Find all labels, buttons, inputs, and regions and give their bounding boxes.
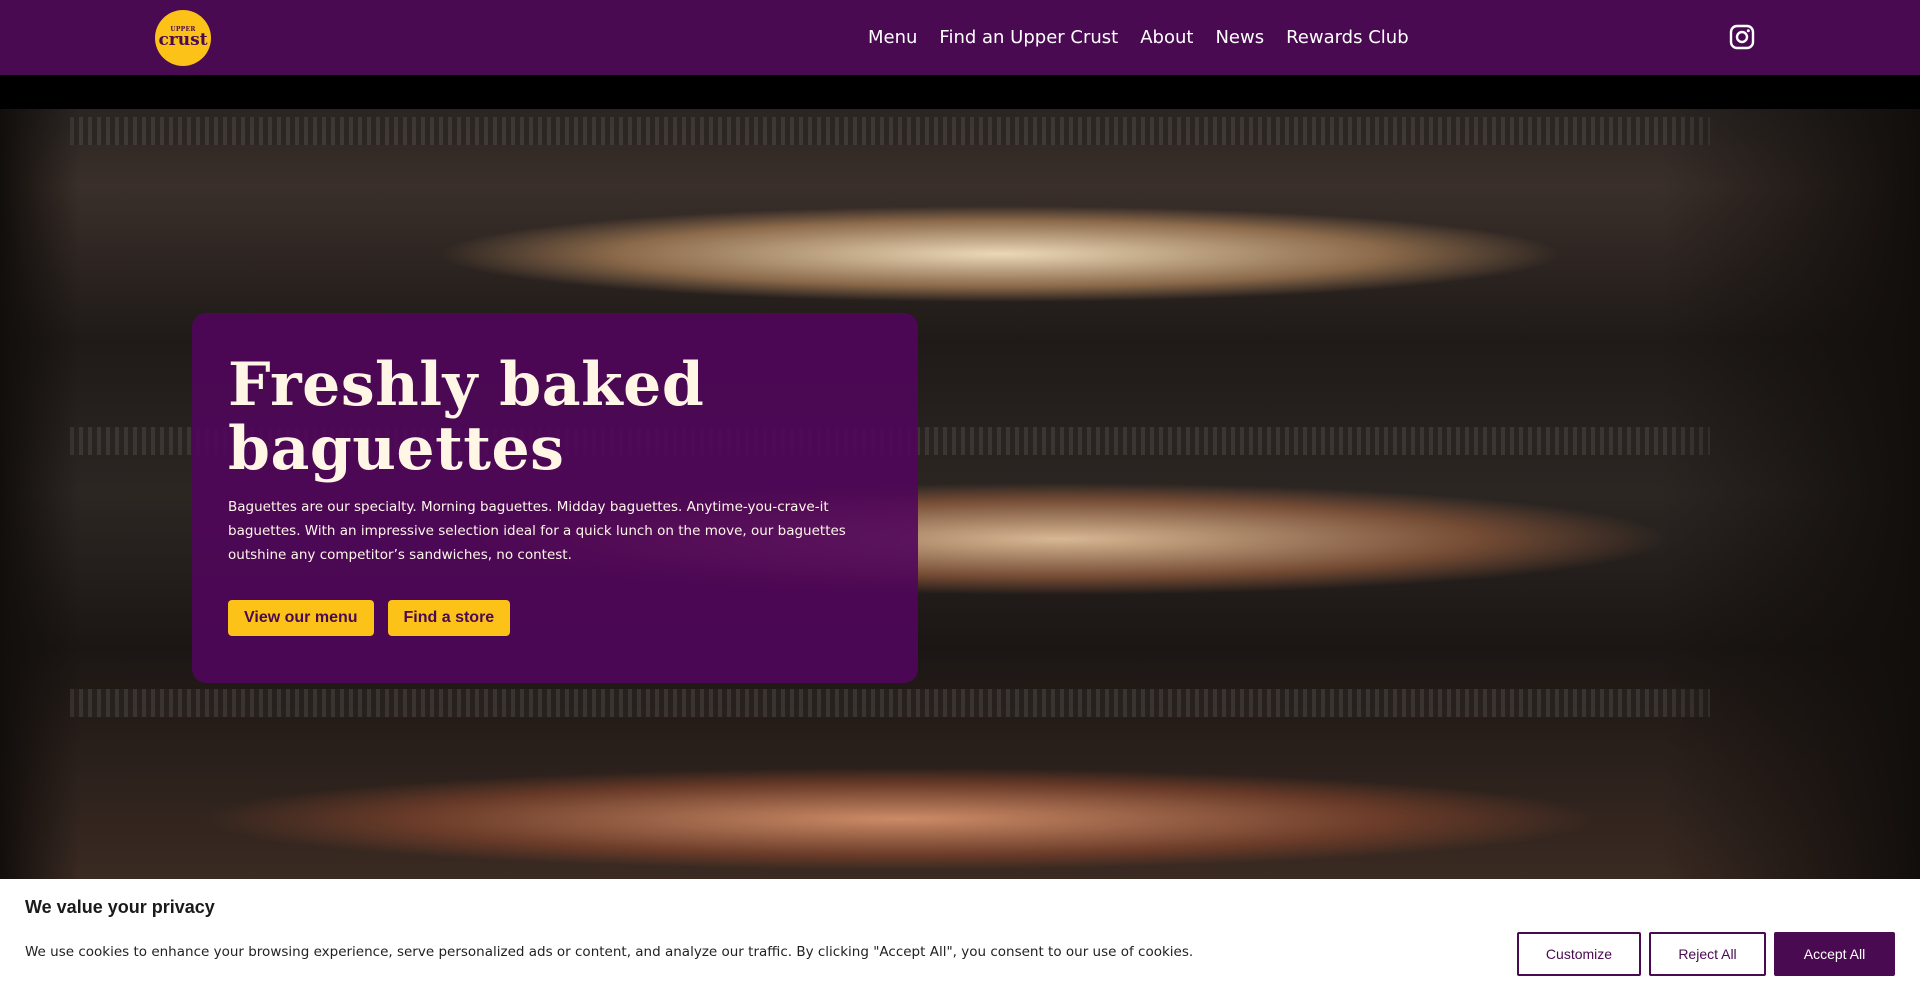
cookie-title: We value your privacy [25,897,215,917]
nav-about[interactable]: About [1140,27,1193,48]
header-spacer [0,75,1920,109]
nav-menu[interactable]: Menu [868,27,917,48]
nav-find-store[interactable]: Find an Upper Crust [939,27,1118,48]
accept-all-button[interactable]: Accept All [1774,932,1895,976]
customize-button[interactable]: Customize [1517,932,1641,976]
hero-vignette-right [1660,109,1920,879]
instagram-icon[interactable] [1729,24,1755,50]
cookie-banner: We value your privacy We use cookies to … [0,879,1920,993]
nav-news[interactable]: News [1215,27,1264,48]
upper-crust-logo[interactable]: UPPER crust [155,10,211,66]
reject-all-button[interactable]: Reject All [1649,932,1766,976]
hero-vignette-left [0,109,80,879]
hero-title: Freshly baked baguettes [228,353,882,481]
find-store-button[interactable]: Find a store [387,600,511,636]
hero-title-line-1: Freshly baked [228,350,705,420]
hero-buttons: View our menu Find a store [228,600,511,636]
hero-description: Baguettes are our specialty. Morning bag… [228,499,846,563]
logo-main-text: crust [158,30,208,50]
hero-title-line-2: baguettes [228,414,565,484]
hero-card: Freshly baked baguettes Baguettes are ou… [192,313,918,683]
oven-rack [70,117,1710,145]
nav-rewards-club[interactable]: Rewards Club [1286,27,1409,48]
view-menu-button[interactable]: View our menu [228,600,374,636]
main-nav: Menu Find an Upper Crust About News Rewa… [868,0,1409,75]
site-header: UPPER crust Menu Find an Upper Crust Abo… [0,0,1920,75]
oven-rack [70,689,1710,717]
cookie-text: We use cookies to enhance your browsing … [25,944,1194,960]
